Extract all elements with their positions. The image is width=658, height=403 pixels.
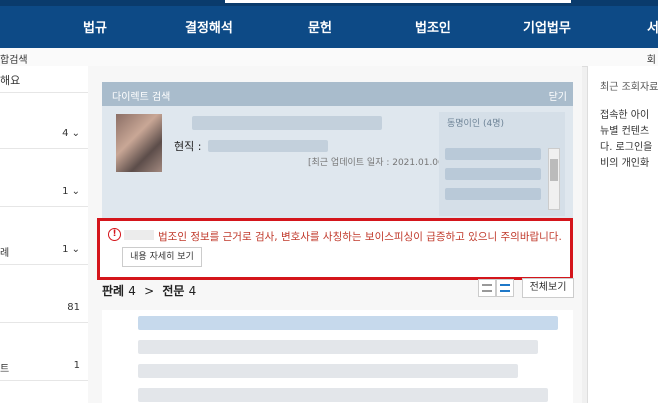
scroll-thumb[interactable] <box>550 159 558 181</box>
update-date: [최근 업데이트 일자 : 2021.01.06] <box>308 158 448 168</box>
recent-text: 접속한 아이 <box>600 110 650 121</box>
blurred-result <box>138 316 558 330</box>
sidebar-header-label: 해요 <box>0 74 21 87</box>
nav-item-more[interactable]: 서 <box>647 17 658 36</box>
sidebar-item-count: 1 <box>73 360 80 371</box>
nav-item-corporate[interactable]: 기업법무 <box>523 17 571 36</box>
result-list <box>102 310 573 403</box>
nav-item-lawyers[interactable]: 법조인 <box>415 17 451 36</box>
job-label: 현직 : <box>174 140 202 153</box>
direct-search-panel: 현직 : [최근 업데이트 일자 : 2021.01.06] 동명이인 (4명) <box>102 106 573 224</box>
voice-phishing-warning: ! 법조인 정보를 근거로 검사, 변호사를 사칭하는 보이스피싱이 급증하고 … <box>97 218 573 280</box>
sidebar-item[interactable]: 1 ⌄ <box>0 176 88 207</box>
sidebar-item[interactable]: 81 <box>0 292 88 323</box>
blurred-colleague <box>445 188 541 200</box>
breadcrumb[interactable]: 합검색 <box>0 51 28 66</box>
tab-precedents-count: 4 <box>128 284 136 298</box>
sidebar-item[interactable]: 트 1 <box>0 350 88 381</box>
tab-fulltext[interactable]: 전문 <box>162 284 184 298</box>
blurred-colleague <box>445 148 541 160</box>
main-content: 다이렉트 검색 닫기 현직 : [최근 업데이트 일자 : 2021.01.06… <box>88 66 582 403</box>
colleagues-title: 동명이인 (4명) <box>447 119 505 129</box>
sidebar-item-count: 81 <box>67 302 80 313</box>
sidebar-item-count: 4 ⌄ <box>62 128 80 139</box>
recent-text: 뉴별 컨텐츠 <box>600 126 650 137</box>
close-button[interactable]: 닫기 <box>549 88 567 103</box>
sidebar-item[interactable]: 례 1 ⌄ <box>0 234 88 265</box>
blurred-name <box>192 116 382 130</box>
blurred-result <box>138 364 518 378</box>
top-navigation-bar: 법규 결정해석 문헌 법조인 기업법무 서 <box>0 0 658 48</box>
result-tabs: 판례 4 > 전문 4 <box>102 282 196 299</box>
recent-title: 최근 조회자료 <box>600 82 658 93</box>
subbar-right-link[interactable]: 회 <box>647 51 656 66</box>
nav-item-laws[interactable]: 법규 <box>83 17 107 36</box>
sidebar-item[interactable]: 4 ⌄ <box>0 118 88 149</box>
masked-text <box>124 230 154 240</box>
blurred-result <box>138 340 538 354</box>
list-view-icon[interactable] <box>496 279 514 297</box>
tab-precedents[interactable]: 판례 <box>102 284 124 298</box>
view-details-button[interactable]: 내용 자세히 보기 <box>122 247 202 267</box>
blurred-result <box>138 388 548 402</box>
view-all-button[interactable]: 전체보기 <box>522 278 574 298</box>
blurred-job <box>208 140 328 152</box>
recent-text: 다. 로그인을 <box>600 142 653 153</box>
filter-sidebar: 해요 4 ⌄ 1 ⌄ 례 1 ⌄ 81 트 1 <box>0 66 89 403</box>
warning-message: 법조인 정보를 근거로 검사, 변호사를 사칭하는 보이스피싱이 급증하고 있으… <box>158 231 562 243</box>
direct-search-title: 다이렉트 검색 <box>112 92 171 103</box>
profile-photo <box>116 114 162 172</box>
recent-text: 비의 개인화 <box>600 158 650 169</box>
nav-item-decisions[interactable]: 결정해석 <box>185 17 233 36</box>
sidebar-item-count: 1 ⌄ <box>62 244 80 255</box>
blurred-colleague <box>445 168 541 180</box>
chevron-right-icon: > <box>144 284 155 298</box>
direct-search-header: 다이렉트 검색 닫기 <box>102 82 573 106</box>
sidebar-item-count: 1 ⌄ <box>62 186 80 197</box>
grid-view-icon[interactable] <box>478 279 496 297</box>
search-input-edge[interactable] <box>225 0 571 3</box>
colleagues-box: 동명이인 (4명) <box>439 112 565 216</box>
tab-fulltext-count: 4 <box>188 284 197 298</box>
breadcrumb-bar: 합검색 회 <box>0 48 658 67</box>
recent-panel: 최근 조회자료 접속한 아이 뉴별 컨텐츠 다. 로그인을 비의 개인화 <box>587 66 658 403</box>
nav-item-literature[interactable]: 문헌 <box>308 17 332 36</box>
sidebar-header: 해요 <box>0 66 88 93</box>
colleagues-scrollbar[interactable] <box>548 148 560 210</box>
